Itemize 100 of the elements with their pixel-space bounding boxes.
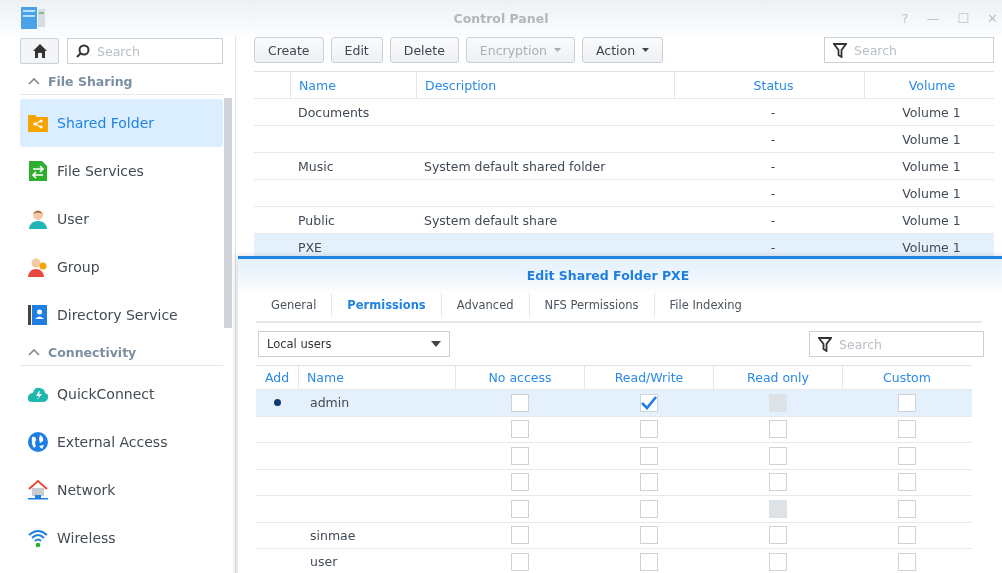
home-button[interactable] — [20, 38, 59, 64]
checkbox[interactable] — [510, 473, 529, 492]
checkbox[interactable] — [768, 473, 787, 492]
sidebar-item[interactable]: File Services — [20, 147, 223, 195]
table-cell: - — [770, 212, 776, 228]
shared-folder-icon — [27, 112, 49, 134]
column-header[interactable]: Custom — [842, 366, 971, 389]
checkbox[interactable] — [897, 446, 916, 465]
toolbar-button[interactable]: Action — [581, 37, 664, 63]
table-cell: Volume 1 — [902, 158, 961, 174]
column-header[interactable]: Description — [416, 72, 674, 98]
table-row[interactable]: Music System default shared folder - Volume 1 — [254, 153, 994, 180]
toolbar-button[interactable]: Edit — [330, 37, 383, 63]
sidebar-item[interactable]: Directory Service — [20, 291, 223, 339]
checkbox[interactable] — [768, 526, 787, 545]
wifi-icon — [27, 527, 49, 549]
collapse-icon[interactable] — [28, 348, 40, 356]
checkbox[interactable] — [897, 473, 916, 492]
checkbox[interactable] — [510, 446, 529, 465]
table-row[interactable]: user — [256, 549, 972, 573]
scrollbar[interactable] — [224, 98, 232, 328]
checkbox[interactable] — [639, 393, 658, 412]
search-icon — [76, 44, 90, 58]
collapse-icon[interactable] — [28, 77, 40, 85]
sidebar-item[interactable]: Group — [20, 243, 223, 291]
table-cell: admin — [310, 395, 350, 411]
dialog-title: Edit Shared Folder PXE — [526, 267, 690, 283]
table-cell: - — [770, 158, 776, 174]
column-header[interactable]: Name — [290, 72, 416, 98]
table-cell: Volume 1 — [902, 131, 961, 147]
checkbox[interactable] — [768, 446, 787, 465]
table-row[interactable]: admin — [256, 390, 972, 417]
table-cell: sinmae — [310, 527, 356, 543]
table-row[interactable]: - Volume 1 — [254, 180, 994, 207]
checkbox[interactable] — [510, 552, 529, 571]
checkbox[interactable] — [510, 420, 529, 439]
checkbox[interactable] — [510, 499, 529, 518]
checkbox[interactable] — [897, 526, 916, 545]
checkbox[interactable] — [639, 552, 658, 571]
search-field[interactable]: Search — [809, 331, 984, 357]
table-cell: System default share — [424, 212, 558, 228]
sidebar-item[interactable]: Wireless — [20, 514, 223, 562]
table-cell: Volume 1 — [902, 212, 961, 228]
tab[interactable]: Permissions — [331, 293, 441, 317]
user-type-dropdown[interactable]: Local users — [258, 331, 450, 357]
column-header[interactable]: Add — [256, 366, 298, 389]
sidebar-item[interactable]: External Access — [20, 418, 223, 466]
control-panel-icon — [21, 7, 45, 29]
toolbar-button[interactable]: Create — [254, 37, 324, 63]
table-cell: Volume 1 — [902, 239, 961, 255]
checkbox[interactable] — [639, 420, 658, 439]
search-field[interactable]: Search — [824, 37, 994, 63]
caret-icon — [431, 341, 441, 347]
checkbox[interactable] — [768, 420, 787, 439]
checkbox[interactable] — [510, 526, 529, 545]
caret-icon — [553, 48, 561, 52]
toolbar-button[interactable]: Delete — [389, 37, 459, 63]
section-title: File Sharing — [48, 73, 133, 89]
column-header[interactable]: Read only — [713, 366, 842, 389]
column-header[interactable]: Volume — [864, 72, 991, 98]
table-cell: System default shared folder — [424, 158, 606, 174]
tab[interactable]: File Indexing — [653, 293, 757, 317]
table-cell: user — [310, 554, 338, 570]
table-cell: - — [770, 185, 776, 201]
sidebar-item[interactable]: Network — [20, 466, 223, 514]
filter-icon — [833, 43, 847, 58]
checkbox[interactable] — [768, 552, 787, 571]
tab[interactable]: NFS Permissions — [528, 293, 654, 317]
tab[interactable]: Advanced — [440, 293, 529, 317]
table-cell: Music — [298, 158, 334, 174]
column-header[interactable]: Name — [298, 366, 455, 389]
people-icon — [27, 256, 49, 278]
table-cell: Public — [298, 212, 335, 228]
checkbox[interactable] — [510, 393, 529, 412]
column-header[interactable]: Status — [674, 72, 864, 98]
table-cell: Documents — [298, 104, 370, 120]
filter-icon — [818, 337, 832, 352]
checkbox[interactable] — [639, 473, 658, 492]
column-header[interactable]: Read/Write — [584, 366, 713, 389]
table-row[interactable]: sinmae — [256, 522, 972, 549]
search-field[interactable]: Search — [67, 38, 223, 64]
checkbox[interactable] — [897, 552, 916, 571]
table-row[interactable]: Documents - Volume 1 — [254, 99, 994, 126]
exchange-arrows-icon — [27, 160, 49, 182]
person-icon — [27, 208, 49, 230]
table-row[interactable]: - Volume 1 — [254, 126, 994, 153]
checkbox[interactable] — [897, 393, 916, 412]
sidebar-item[interactable]: QuickConnect — [20, 370, 223, 418]
checkbox[interactable] — [639, 526, 658, 545]
column-header[interactable]: No access — [455, 366, 584, 389]
sidebar-item[interactable]: User — [20, 195, 223, 243]
checkbox[interactable] — [897, 420, 916, 439]
checkbox[interactable] — [639, 499, 658, 518]
house-icon — [27, 479, 49, 501]
checkbox[interactable] — [897, 499, 916, 518]
tab[interactable]: General — [256, 293, 332, 317]
checkbox[interactable] — [639, 446, 658, 465]
table-cell: - — [770, 131, 776, 147]
home-icon — [31, 43, 48, 59]
caret-icon — [642, 48, 650, 52]
